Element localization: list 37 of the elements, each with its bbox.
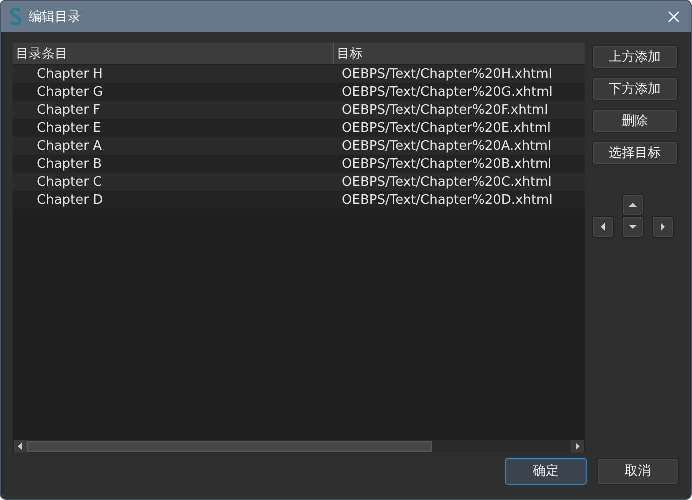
dialog-button[interactable]: 确定 bbox=[505, 458, 587, 484]
scroll-right-icon[interactable] bbox=[571, 440, 584, 453]
toc-entry[interactable]: Chapter G bbox=[13, 84, 338, 100]
target-path: OEBPS/Text/Chapter%20F.xhtml bbox=[341, 102, 548, 118]
toc-entry[interactable]: Chapter E bbox=[13, 120, 338, 136]
toc-entry[interactable]: Chapter A bbox=[13, 138, 338, 154]
target-path: OEBPS/Text/Chapter%20G.xhtml bbox=[341, 84, 553, 100]
action-button[interactable]: 下方添加 bbox=[592, 77, 678, 101]
toc-entry[interactable]: Chapter C bbox=[13, 174, 338, 190]
left-triangle-icon bbox=[601, 223, 605, 231]
right-triangle-icon bbox=[661, 223, 665, 231]
toc-entry[interactable]: Chapter H bbox=[13, 66, 338, 82]
dialog-button[interactable]: 取消 bbox=[597, 458, 679, 484]
action-button[interactable]: 上方添加 bbox=[592, 45, 678, 69]
target-path: OEBPS/Text/Chapter%20A.xhtml bbox=[341, 138, 552, 154]
target-path: OEBPS/Text/Chapter%20D.xhtml bbox=[341, 192, 553, 208]
target-path: OEBPS/Text/Chapter%20H.xhtml bbox=[341, 66, 552, 82]
target-path: OEBPS/Text/Chapter%20E.xhtml bbox=[341, 120, 552, 136]
app-logo-icon bbox=[9, 8, 23, 26]
scroll-left-icon[interactable] bbox=[14, 440, 27, 453]
toc-entry[interactable]: Chapter F bbox=[13, 102, 338, 118]
target-path: OEBPS/Text/Chapter%20C.xhtml bbox=[341, 174, 552, 190]
action-button[interactable]: 选择目标 bbox=[592, 141, 678, 165]
move-left-button[interactable] bbox=[592, 216, 614, 238]
column-header[interactable]: 目录条目 bbox=[13, 43, 334, 64]
toc-entry[interactable]: Chapter D bbox=[13, 192, 338, 208]
toc-entry[interactable]: Chapter B bbox=[13, 156, 338, 172]
down-triangle-icon bbox=[629, 225, 637, 229]
move-right-button[interactable] bbox=[652, 216, 674, 238]
scrollbar-thumb[interactable] bbox=[27, 441, 432, 452]
column-header[interactable]: 目标 bbox=[334, 43, 363, 64]
up-triangle-icon bbox=[629, 203, 637, 207]
action-button[interactable]: 删除 bbox=[592, 109, 678, 133]
move-down-button[interactable] bbox=[622, 216, 644, 238]
window-title: 编辑目录 bbox=[29, 8, 82, 26]
target-path: OEBPS/Text/Chapter%20B.xhtml bbox=[341, 156, 552, 172]
move-up-button[interactable] bbox=[622, 194, 644, 216]
